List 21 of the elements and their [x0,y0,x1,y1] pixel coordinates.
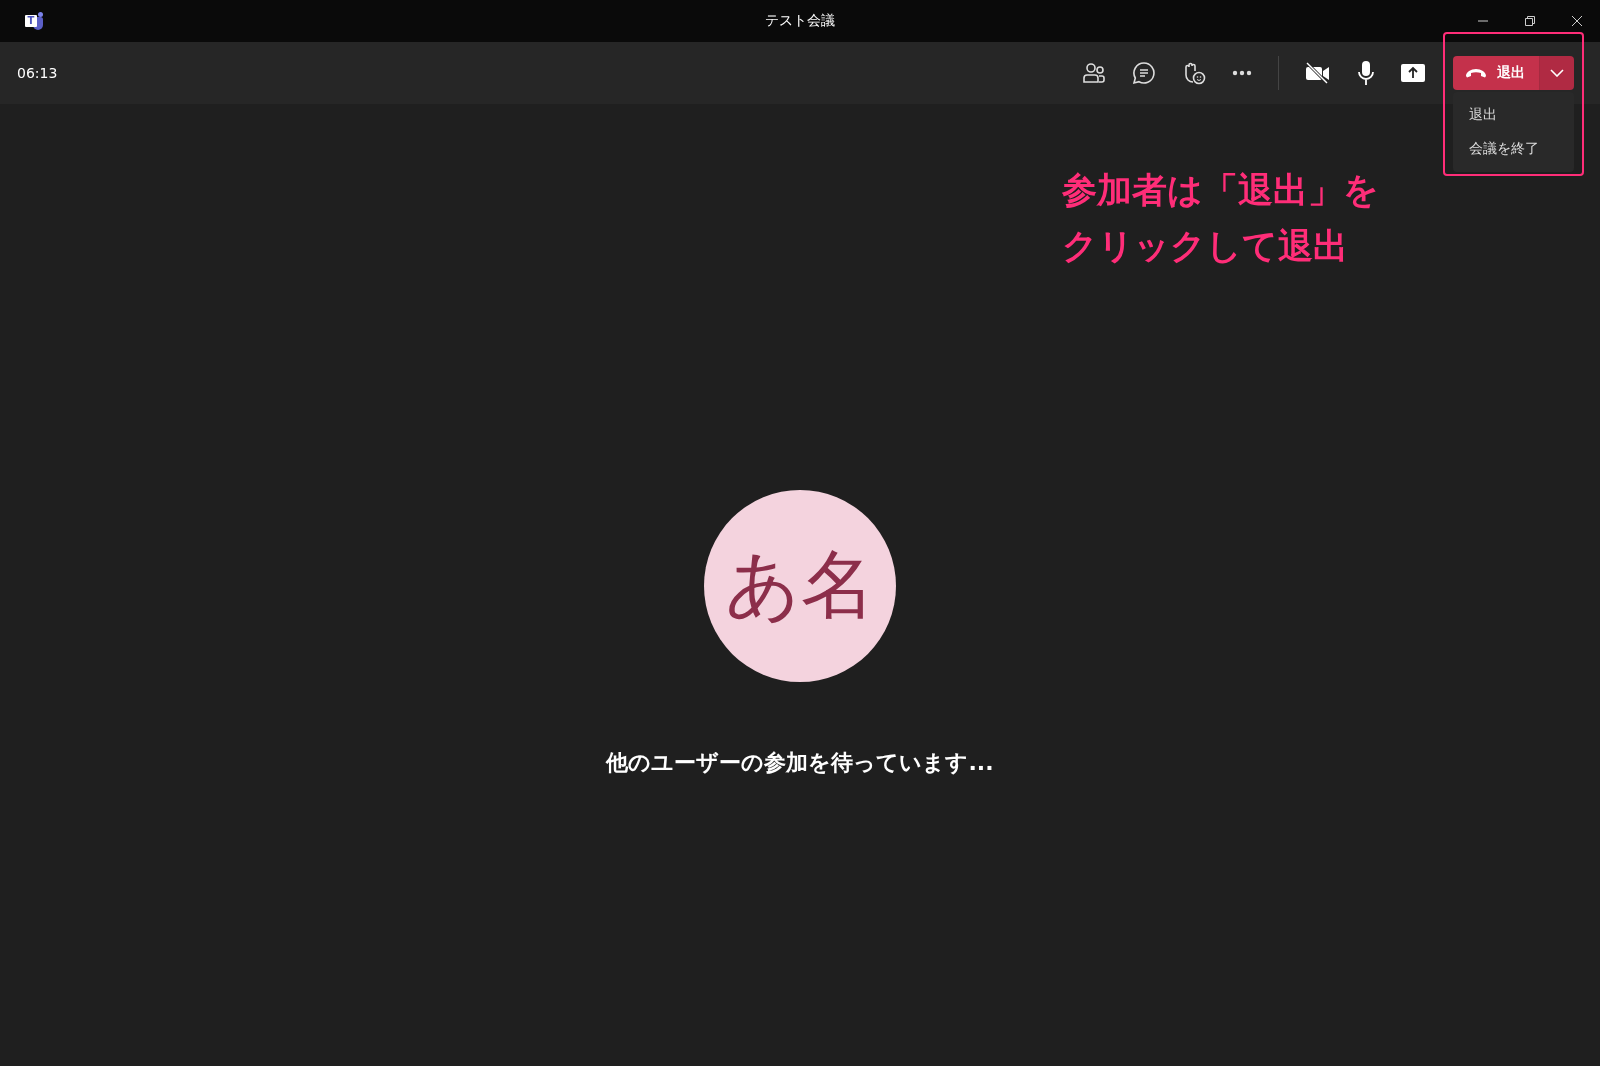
annotation-text: クリックして退出 [1062,225,1348,268]
people-icon[interactable] [1082,62,1106,84]
restore-icon[interactable] [1524,15,1536,27]
phone-hang-up-icon [1465,68,1487,78]
leave-button[interactable]: 退出 [1453,56,1540,90]
menu-item[interactable]: 会議を終了 [1453,132,1574,166]
annotation-text: 参加者は「退出」を [1062,169,1379,212]
more-icon[interactable] [1232,70,1252,76]
menu-item[interactable]: 退出 [1453,98,1574,132]
window-title: テスト会議 [765,12,835,30]
waiting-message: 他のユーザーの参加を待っています... [606,749,994,777]
chevron-down-icon [1550,69,1564,77]
camera-off-icon[interactable] [1305,62,1331,84]
leave-options-dropdown[interactable] [1540,56,1574,90]
raised-hand-icon[interactable] [1182,61,1206,85]
close-icon[interactable] [1571,15,1583,27]
avatar-initials: あ名 [704,490,896,682]
meeting-timer: 06:13 [17,65,58,81]
share-screen-icon[interactable] [1401,64,1425,82]
microphone-icon[interactable] [1357,60,1375,86]
chat-icon[interactable] [1132,61,1156,85]
